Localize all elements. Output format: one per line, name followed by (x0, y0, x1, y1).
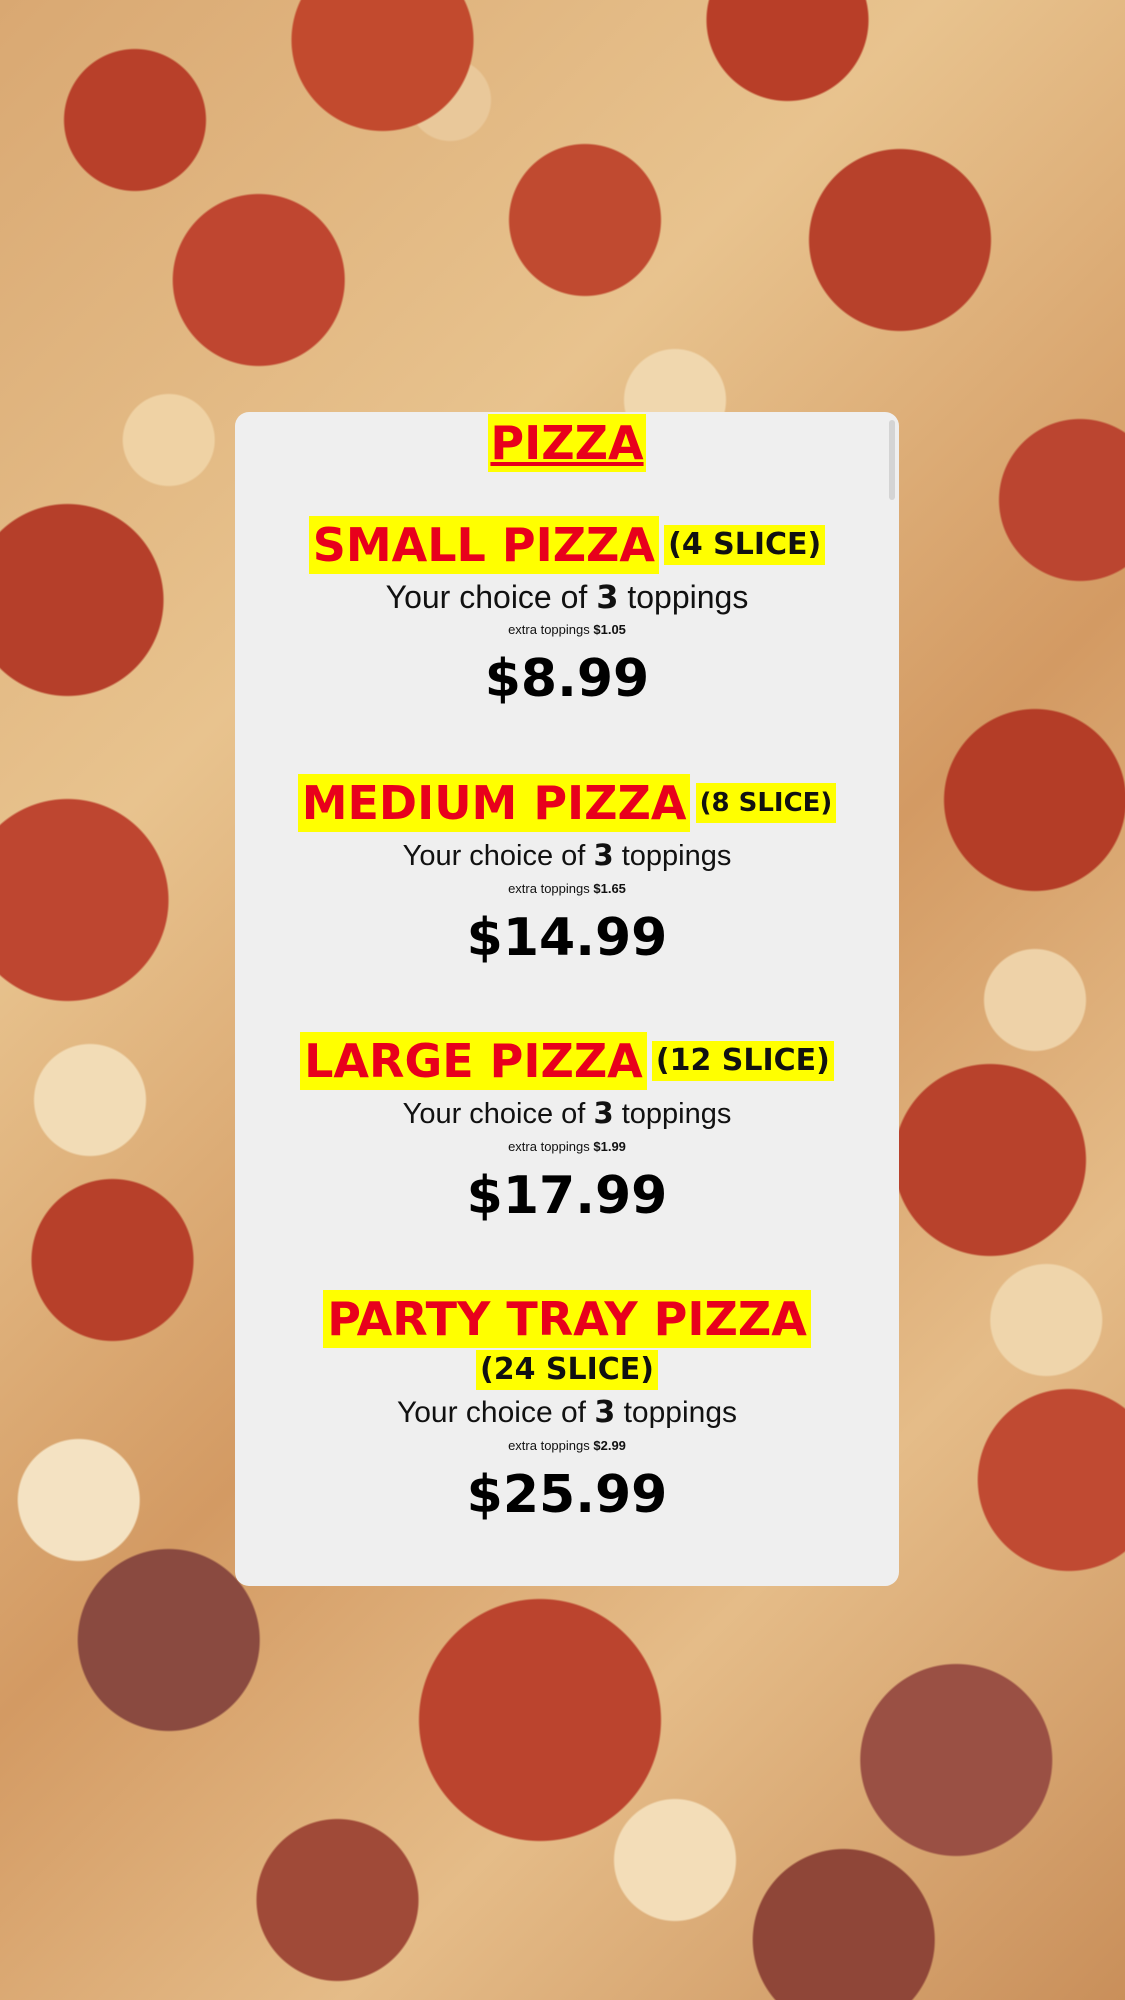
extra-toppings-label: extra toppings (508, 1438, 590, 1453)
item-price: $8.99 (484, 649, 650, 709)
item-size: (24 SLICE) (475, 1350, 658, 1390)
item-header: MEDIUM PIZZA (8 SLICE) (235, 774, 899, 832)
item-size: (8 SLICE) (695, 783, 837, 823)
extra-toppings: extra toppings $1.99 (235, 1137, 899, 1157)
item-price: $14.99 (466, 908, 668, 968)
toppings-text: Your choice of 3 toppings (235, 1390, 899, 1436)
extra-toppings: extra toppings $1.65 (235, 879, 899, 899)
item-price: $25.99 (466, 1465, 668, 1525)
extra-toppings-price: $2.99 (593, 1438, 626, 1453)
toppings-text: Your choice of 3 toppings (235, 1090, 899, 1137)
item-price: $17.99 (466, 1166, 668, 1226)
toppings-prefix: Your choice of (385, 579, 588, 615)
menu-item-medium: MEDIUM PIZZA (8 SLICE) Your choice of 3 … (235, 774, 899, 973)
menu-item-party-tray: PARTY TRAY PIZZA (24 SLICE) Your choice … (235, 1290, 899, 1530)
item-size-row: (24 SLICE) (235, 1350, 899, 1390)
toppings-suffix: toppings (627, 579, 749, 615)
item-header: LARGE PIZZA (12 SLICE) (235, 1032, 899, 1090)
item-size: (4 SLICE) (664, 525, 826, 565)
extra-toppings-price: $1.05 (593, 622, 626, 637)
menu-panel[interactable]: PIZZA SMALL PIZZA (4 SLICE) Your choice … (235, 412, 899, 1586)
item-name: SMALL PIZZA (308, 516, 660, 574)
toppings-prefix: Your choice of (402, 1098, 586, 1130)
toppings-prefix: Your choice of (402, 840, 586, 872)
toppings-count: 3 (594, 1395, 616, 1430)
item-name: PARTY TRAY PIZZA (323, 1290, 811, 1348)
toppings-prefix: Your choice of (396, 1396, 587, 1429)
menu-title: PIZZA (235, 414, 899, 472)
menu-item-small: SMALL PIZZA (4 SLICE) Your choice of 3 t… (235, 516, 899, 714)
item-size: (12 SLICE) (651, 1041, 834, 1081)
extra-toppings: extra toppings $2.99 (235, 1436, 899, 1456)
toppings-count: 3 (593, 1096, 614, 1130)
menu-title-text: PIZZA (488, 414, 646, 472)
item-name: LARGE PIZZA (300, 1032, 647, 1090)
toppings-count: 3 (596, 578, 619, 616)
extra-toppings-label: extra toppings (508, 1139, 590, 1154)
item-header: SMALL PIZZA (4 SLICE) (235, 516, 899, 574)
toppings-suffix: toppings (621, 1098, 732, 1130)
menu-item-large: LARGE PIZZA (12 SLICE) Your choice of 3 … (235, 1032, 899, 1231)
extra-toppings-label: extra toppings (508, 622, 590, 637)
item-header: PARTY TRAY PIZZA (235, 1290, 899, 1348)
toppings-text: Your choice of 3 toppings (235, 574, 899, 620)
item-name: MEDIUM PIZZA (297, 774, 691, 832)
toppings-suffix: toppings (621, 840, 732, 872)
extra-toppings-label: extra toppings (508, 881, 590, 896)
toppings-count: 3 (593, 838, 614, 872)
extra-toppings: extra toppings $1.05 (235, 620, 899, 640)
toppings-text: Your choice of 3 toppings (235, 832, 899, 879)
toppings-suffix: toppings (623, 1396, 738, 1429)
extra-toppings-price: $1.65 (593, 881, 626, 896)
pizza-background-photo: PIZZA SMALL PIZZA (4 SLICE) Your choice … (0, 0, 1125, 2000)
extra-toppings-price: $1.99 (593, 1139, 626, 1154)
